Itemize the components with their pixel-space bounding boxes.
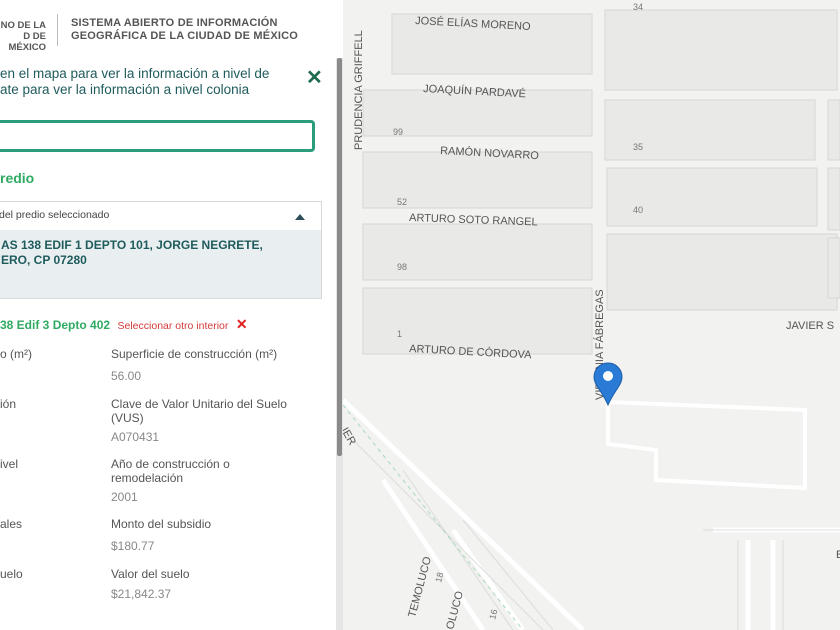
search-input[interactable]: [0, 120, 315, 152]
map-view[interactable]: JOSÉ ELÍAS MORENO JOAQUÍN PARDAVÉ RAMÓN …: [343, 0, 840, 630]
info-panel: en el mapa para ver la información a niv…: [0, 58, 336, 630]
street-label: E: [836, 549, 840, 561]
field-label: Año de construcción o remodelación: [111, 457, 230, 485]
lot-number: 98: [397, 262, 407, 272]
map-block: [827, 237, 840, 299]
predio-heading: redio: [0, 170, 35, 186]
lot-number: 35: [633, 142, 643, 152]
field-label: uelo: [0, 567, 23, 581]
map-block: [827, 99, 840, 161]
header: NO DE LA D DE MÉXICO SISTEMA ABIERTO DE …: [0, 0, 345, 58]
field-value: A070431: [111, 430, 160, 444]
lot-number: 34: [633, 2, 643, 12]
field-value: $21,842.37: [111, 587, 172, 601]
map-block: [604, 9, 838, 91]
lot-number: 1: [397, 329, 402, 339]
field-value: $180.77: [111, 539, 155, 553]
close-panel-button[interactable]: ✕: [306, 68, 323, 88]
interior-row: 38 Edif 3 Depto 402 Seleccionar otro int…: [0, 316, 248, 334]
interior-id: 38 Edif 3 Depto 402: [0, 318, 111, 332]
instructions-text: en el mapa para ver la información a niv…: [0, 66, 270, 97]
field-label: Clave de Valor Unitario del Suelo (VUS): [111, 397, 287, 425]
street-label: JAVIER S: [786, 320, 834, 332]
field-label: Valor del suelo: [111, 567, 190, 581]
field-label: Monto del subsidio: [111, 517, 212, 531]
caret-up-icon[interactable]: [295, 214, 305, 220]
map-block: [827, 167, 840, 231]
accordion-title[interactable]: del predio seleccionado: [0, 209, 109, 221]
lot-number: 99: [393, 127, 403, 137]
logo-divider: [57, 14, 58, 46]
field-label: ivel: [0, 457, 19, 471]
panel-scroll-thumb[interactable]: [337, 58, 342, 456]
lot-number: 52: [397, 197, 407, 207]
select-other-interior-link[interactable]: Seleccionar otro interior: [118, 320, 229, 332]
field-value: 56.00: [111, 369, 142, 383]
address-block: AS 138 EDIF 1 DEPTO 101, JORGE NEGRETE, …: [0, 230, 321, 298]
lot-address: AS 138 EDIF 1 DEPTO 101, JORGE NEGRETE, …: [1, 238, 263, 267]
map-block: [606, 233, 838, 311]
lot-number: 40: [633, 205, 643, 215]
field-label: Superficie de construcción (m²): [111, 347, 278, 361]
field-label: ión: [0, 397, 17, 411]
clear-x-icon[interactable]: ✕: [236, 316, 248, 332]
field-label: ales: [0, 517, 23, 531]
map-block: [362, 287, 593, 355]
field-value: 2001: [111, 490, 138, 504]
map-block: [606, 167, 818, 227]
selected-lot-accordion: del predio seleccionado AS 138 EDIF 1 DE…: [0, 201, 322, 299]
field-label: o (m²): [0, 347, 32, 361]
government-logo: NO DE LA D DE MÉXICO: [0, 20, 46, 53]
map-canvas[interactable]: JOSÉ ELÍAS MORENO JOAQUÍN PARDAVÉ RAMÓN …: [343, 0, 840, 630]
system-title: SISTEMA ABIERTO DE INFORMACIÓN GEOGRÁFIC…: [71, 17, 299, 42]
street-label: PRUDENCIA GRIFFELL: [353, 30, 365, 150]
map-pin-dot: [603, 371, 613, 381]
